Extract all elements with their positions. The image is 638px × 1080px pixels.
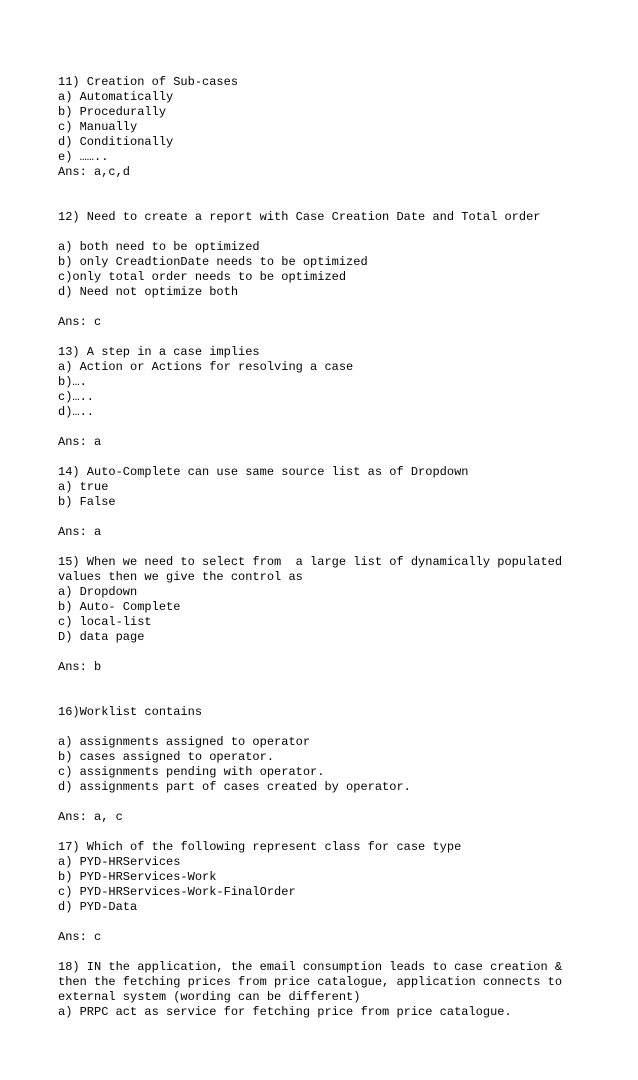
document-body: 11) Creation of Sub-cases a) Automatical… bbox=[58, 75, 580, 1020]
